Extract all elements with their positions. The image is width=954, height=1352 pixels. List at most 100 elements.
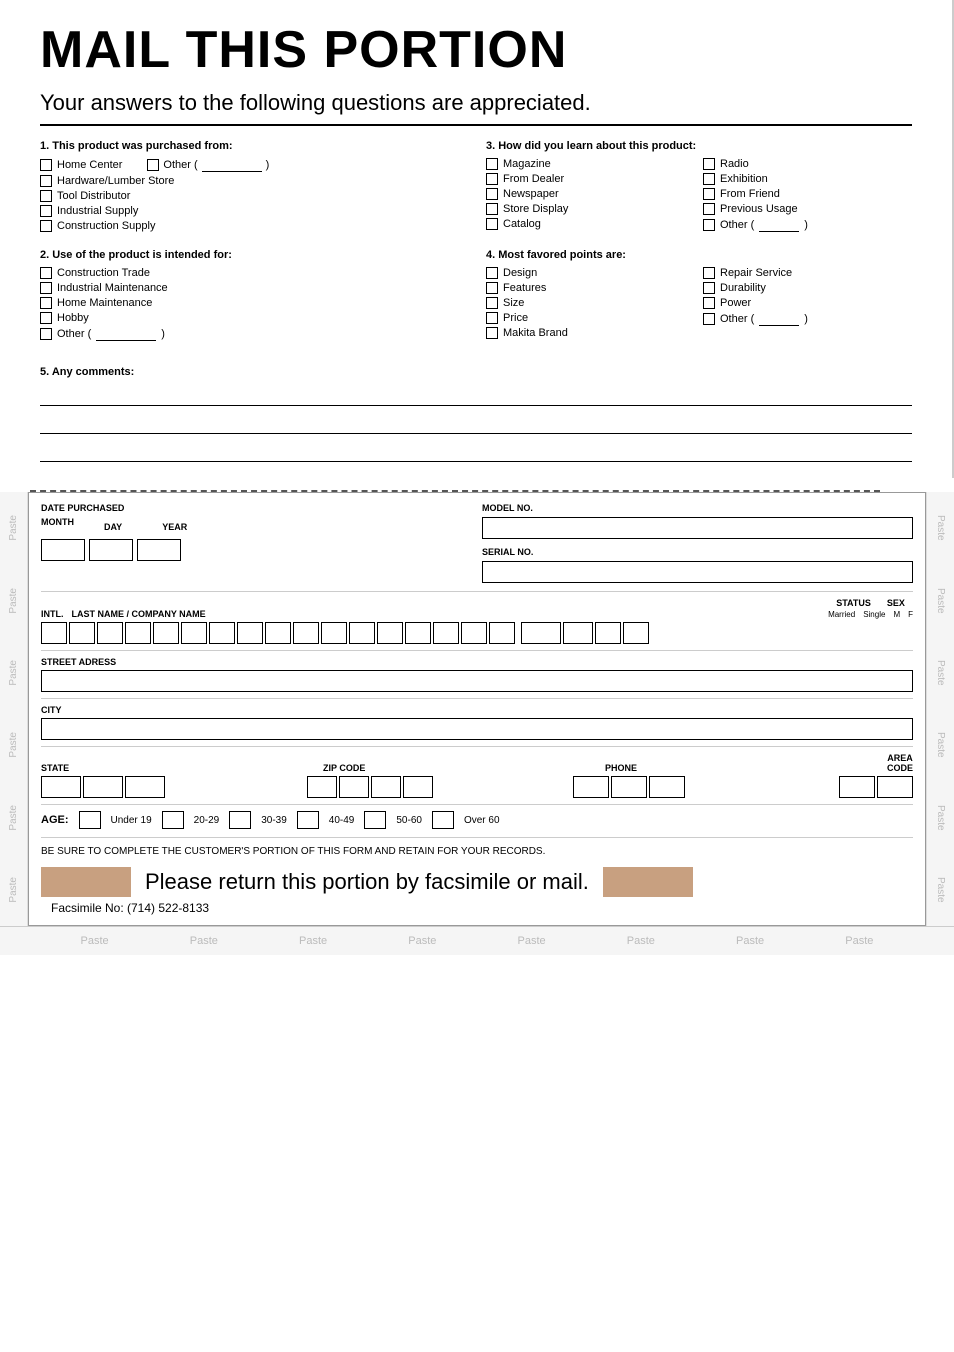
sex-f-cell[interactable] — [623, 622, 649, 644]
q1-checkbox-4[interactable] — [40, 220, 52, 232]
questions-grid: 1. This product was purchased from: Home… — [40, 140, 912, 358]
state-row: STATE ZIP CODE PHONE AREA CODE — [41, 753, 913, 805]
status-sex-headers: STATUS SEX — [836, 598, 905, 608]
state-cell-2[interactable] — [125, 776, 165, 798]
age-checkbox-4[interactable] — [364, 811, 386, 829]
month-input[interactable] — [41, 539, 85, 561]
subtitle: Your answers to the following questions … — [40, 90, 912, 126]
age-checkbox-1[interactable] — [162, 811, 184, 829]
comment-line-2[interactable] — [40, 412, 912, 434]
paste-right: Paste Paste Paste Paste Paste Paste — [926, 492, 954, 926]
date-boxes — [41, 539, 472, 561]
name-cell-15[interactable] — [489, 622, 515, 644]
q3-item-3: Store Display — [486, 203, 695, 215]
phone-cell-2[interactable] — [649, 776, 685, 798]
model-input[interactable] — [482, 517, 913, 539]
q1-checkbox-2[interactable] — [40, 190, 52, 202]
paste-bottom-2: Paste — [299, 935, 327, 947]
q2-option-2: Home Maintenance — [40, 297, 466, 309]
q3-item-4: Catalog — [486, 218, 695, 230]
age-checkbox-2[interactable] — [229, 811, 251, 829]
zip-cell-0[interactable] — [307, 776, 337, 798]
name-header-row: INTL. LAST NAME / COMPANY NAME STATUS SE… — [41, 598, 913, 619]
phone-cell-1[interactable] — [611, 776, 647, 798]
name-cell-1[interactable] — [97, 622, 123, 644]
q3-col1: Magazine From Dealer Newspaper Stor — [486, 158, 695, 235]
name-cell-7[interactable] — [265, 622, 291, 644]
name-cell-4[interactable] — [181, 622, 207, 644]
name-cell-3[interactable] — [153, 622, 179, 644]
street-label: STREET ADRESS — [41, 657, 913, 667]
q2-option-1: Industrial Maintenance — [40, 282, 466, 294]
year-label: YEAR — [162, 522, 187, 532]
name-cells-row — [41, 622, 913, 644]
serial-input[interactable] — [482, 561, 913, 583]
question-1: 1. This product was purchased from: Home… — [40, 140, 466, 235]
main-title: MAIL THIS PORTION — [40, 20, 912, 80]
comment-line-3[interactable] — [40, 440, 912, 462]
question-4: 4. Most favored points are: Design Featu… — [486, 249, 912, 344]
street-input[interactable] — [41, 670, 913, 692]
state-cell-0[interactable] — [41, 776, 81, 798]
name-cell-2[interactable] — [125, 622, 151, 644]
state-cell-1[interactable] — [83, 776, 123, 798]
bottom-wrapper: Paste Paste Paste Paste Paste Paste DATE… — [0, 492, 954, 926]
paste-right-3: Paste — [935, 660, 946, 686]
q1-other-checkbox[interactable] — [147, 159, 159, 171]
age-checkbox-0[interactable] — [79, 811, 101, 829]
return-block-left — [41, 867, 131, 897]
name-cell-10[interactable] — [349, 622, 375, 644]
date-label: DATE PURCHASED — [41, 503, 472, 513]
name-cell-8[interactable] — [293, 622, 319, 644]
name-cell-9[interactable] — [321, 622, 347, 644]
q4-other-input[interactable] — [759, 312, 799, 326]
name-field-label: LAST NAME / COMPANY NAME — [72, 609, 206, 619]
q1-checkbox-3[interactable] — [40, 205, 52, 217]
status-single-cell[interactable] — [563, 622, 593, 644]
state-label: STATE — [41, 763, 313, 773]
year-input[interactable] — [137, 539, 181, 561]
state-inputs-row — [41, 776, 913, 798]
name-cell-5[interactable] — [209, 622, 235, 644]
comment-line-1[interactable] — [40, 384, 912, 406]
age-checkbox-3[interactable] — [297, 811, 319, 829]
paste-right-2: Paste — [935, 588, 946, 614]
q2-other-input[interactable] — [96, 327, 156, 341]
city-input[interactable] — [41, 718, 913, 740]
name-cell-12[interactable] — [405, 622, 431, 644]
phone-cell-0[interactable] — [573, 776, 609, 798]
name-cell-14[interactable] — [461, 622, 487, 644]
q4-title: 4. Most favored points are: — [486, 249, 912, 261]
zip-cell-1[interactable] — [339, 776, 369, 798]
sex-m-cell[interactable] — [595, 622, 621, 644]
status-married-cell[interactable] — [521, 622, 561, 644]
paste-right-6: Paste — [935, 877, 946, 903]
age-row: AGE: Under 19 20-29 30-39 40-49 50-60 Ov… — [41, 811, 913, 838]
name-cell-6[interactable] — [237, 622, 263, 644]
day-input[interactable] — [89, 539, 133, 561]
zip-cell-2[interactable] — [371, 776, 401, 798]
zip-cell-3[interactable] — [403, 776, 433, 798]
name-cell-0[interactable] — [69, 622, 95, 644]
paste-left-6: Paste — [8, 877, 19, 903]
q3-item-r2: From Friend — [703, 188, 912, 200]
intl-cell[interactable] — [41, 622, 67, 644]
area-cell-0[interactable] — [839, 776, 875, 798]
paste-bottom-5: Paste — [627, 935, 655, 947]
q1-checkbox-1[interactable] — [40, 175, 52, 187]
q3-item-r1: Exhibition — [703, 173, 912, 185]
age-checkbox-5[interactable] — [432, 811, 454, 829]
name-cell-13[interactable] — [433, 622, 459, 644]
q3-item-r3: Previous Usage — [703, 203, 912, 215]
serial-label: SERIAL NO. — [482, 547, 913, 557]
area-cell-1[interactable] — [877, 776, 913, 798]
q1-checkbox-0[interactable] — [40, 159, 52, 171]
q3-other-input[interactable] — [759, 218, 799, 232]
q1-other-input[interactable] — [202, 158, 262, 172]
age-option-1: 20-29 — [194, 815, 220, 826]
q5-title: 5. Any comments: — [40, 366, 912, 378]
street-section: STREET ADRESS — [41, 657, 913, 699]
q1-option-4: Construction Supply — [40, 220, 466, 232]
name-cell-11[interactable] — [377, 622, 403, 644]
q2-option-0: Construction Trade — [40, 267, 466, 279]
